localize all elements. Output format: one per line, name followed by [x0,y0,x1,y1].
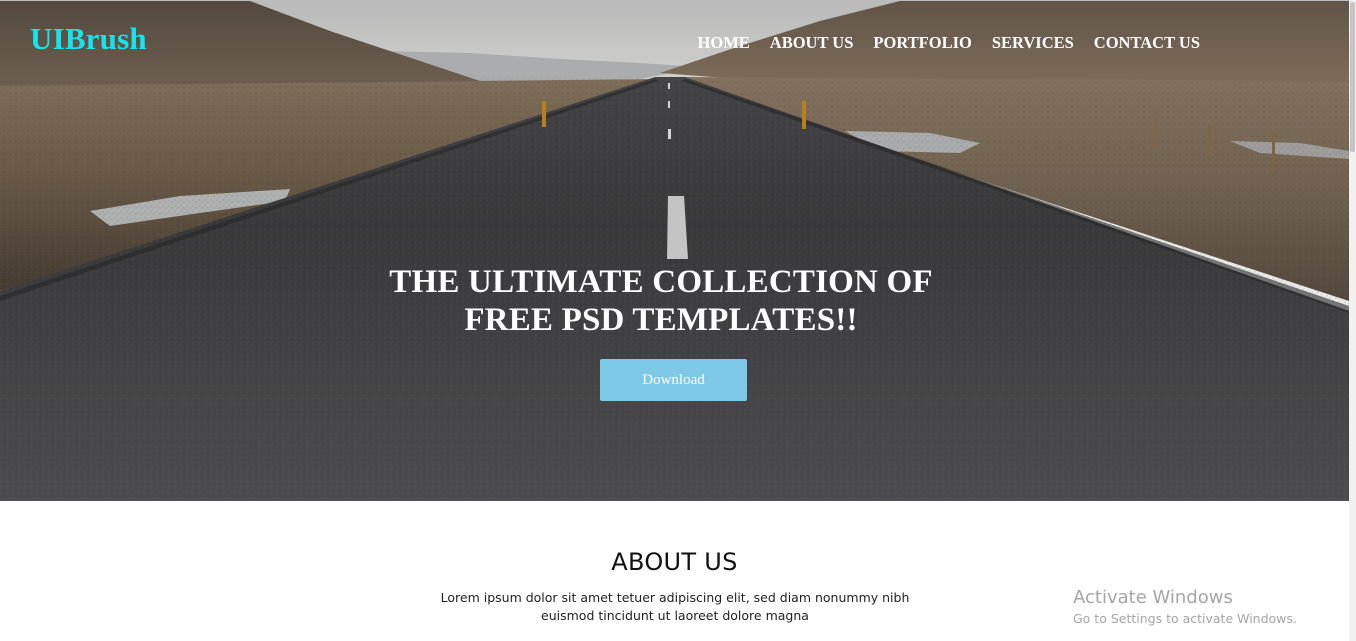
hero-title: THE ULTIMATE COLLECTION OF FREE PSD TEMP… [0,263,1322,339]
scrollbar-thumb[interactable] [1350,2,1355,152]
watermark-title: Activate Windows [1073,587,1233,608]
hero-section: UIBrush HOME ABOUT US PORTFOLIO SERVICES… [0,0,1349,501]
road-landscape-image [0,1,1349,501]
activate-windows-watermark: Activate Windows Go to Settings to activ… [1073,586,1297,628]
page-scrollbar[interactable] [1349,0,1356,641]
page: UIBrush HOME ABOUT US PORTFOLIO SERVICES… [0,0,1356,641]
brand-logo[interactable]: UIBrush [30,21,147,57]
about-us-text-line-2: euismod tincidunt ut laoreet dolore magn… [541,608,809,623]
nav-item-portfolio[interactable]: PORTFOLIO [873,33,971,53]
nav-item-about-us[interactable]: ABOUT US [770,33,854,53]
about-us-text-line-1: Lorem ipsum dolor sit amet tetuer adipis… [440,590,910,605]
about-us-text: Lorem ipsum dolor sit amet tetuer adipis… [440,589,910,625]
watermark-subtitle: Go to Settings to activate Windows. [1073,611,1297,626]
nav-item-contact-us[interactable]: CONTACT US [1094,33,1200,53]
main-nav: HOME ABOUT US PORTFOLIO SERVICES CONTACT… [698,33,1200,53]
nav-item-home[interactable]: HOME [698,33,750,53]
hero-title-line-1: THE ULTIMATE COLLECTION OF [389,264,933,300]
hero-title-line-2: FREE PSD TEMPLATES!! [464,302,858,338]
nav-item-services[interactable]: SERVICES [992,33,1074,53]
about-us-title: ABOUT US [611,548,738,576]
download-button[interactable]: Download [600,359,747,401]
